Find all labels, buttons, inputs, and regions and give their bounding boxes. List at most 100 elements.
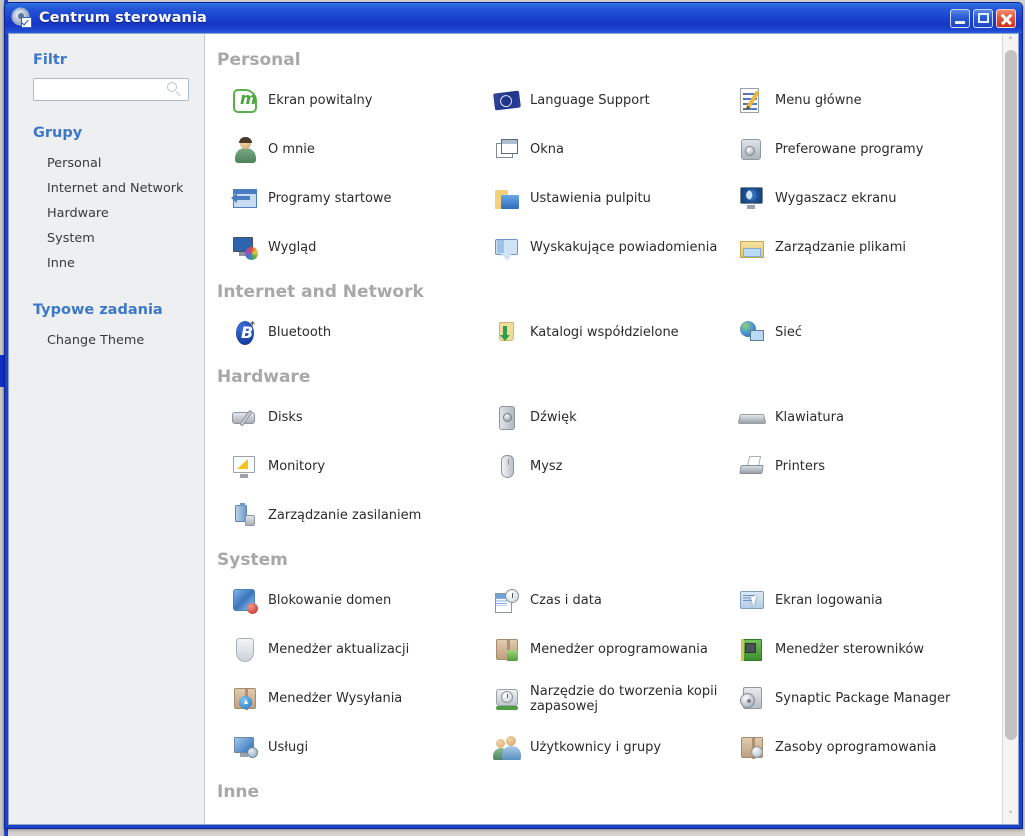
setting-item-label: Menedżer sterowników <box>775 642 925 657</box>
sidebar: Filtr Grupy Personal Internet and Networ… <box>9 34 205 824</box>
setting-item-zarzadzanie-plikami[interactable]: Zarządzanie plikami <box>738 223 1002 272</box>
software-sources-icon <box>738 734 766 762</box>
domain-blocking-icon <box>231 587 259 615</box>
file-management-folder-icon <box>738 234 766 262</box>
setting-item-ekran-logowania[interactable]: Ekran logowania <box>738 576 1002 625</box>
setting-item-label: Menu główne <box>775 93 862 108</box>
scrollbar-track[interactable] <box>1003 50 1019 808</box>
screensaver-moon-icon <box>738 185 766 213</box>
window-titlebar[interactable]: Centrum sterowania <box>5 3 1022 33</box>
setting-item-czas-i-data[interactable]: Czas i data <box>493 576 738 625</box>
setting-item-menedzer-aktualizacji[interactable]: Menedżer aktualizacji <box>231 625 493 674</box>
sidebar-item-change-theme[interactable]: Change Theme <box>9 328 204 353</box>
sidebar-item-inne[interactable]: Inne <box>9 251 204 276</box>
setting-item-menu-glowne[interactable]: Menu główne <box>738 76 1002 125</box>
section-heading-system: System <box>217 550 288 570</box>
window-title: Centrum sterowania <box>39 10 207 26</box>
vertical-scrollbar[interactable]: ˄ ˅ <box>1002 34 1018 824</box>
setting-item-uzytkownicy-i-grupy[interactable]: Użytkownicy i grupy <box>493 723 738 772</box>
common-tasks-list: Change Theme <box>9 328 204 353</box>
setting-item-o-mnie[interactable]: O mnie <box>231 125 493 174</box>
setting-item-ekran-powitalny[interactable]: Ekran powitalny <box>231 76 493 125</box>
setting-item-zasoby-oprogramowania[interactable]: Zasoby oprogramowania <box>738 723 1002 772</box>
sidebar-item-personal[interactable]: Personal <box>9 151 204 176</box>
empty-cell <box>738 491 1002 540</box>
setting-item-label: Ustawienia pulpitu <box>530 191 651 206</box>
setting-item-label: Zarządzanie zasilaniem <box>268 508 422 523</box>
groups-list: Personal Internet and Network Hardware S… <box>9 151 204 276</box>
setting-item-label: Wyskakujące powiadomienia <box>530 240 718 255</box>
setting-item-label: Menedżer Wysyłania <box>268 691 403 706</box>
setting-item-wyskakujace-powiadomienia[interactable]: Wyskakujące powiadomienia <box>493 223 738 272</box>
content-area: Personal Ekran powitalny Language Suppor… <box>205 34 1018 824</box>
setting-item-label: Sieć <box>775 325 803 340</box>
setting-item-preferowane-programy[interactable]: Preferowane programy <box>738 125 1002 174</box>
setting-item-label: Blokowanie domen <box>268 593 392 608</box>
setting-item-uslugi[interactable]: Usługi <box>231 723 493 772</box>
setting-item-katalogi-wspoldzielone[interactable]: Katalogi współdzielone <box>493 308 738 357</box>
groups-heading: Grupy <box>33 125 83 141</box>
un-flag-icon <box>493 87 521 115</box>
setting-item-wygaszacz-ekranu[interactable]: Wygaszacz ekranu <box>738 174 1002 223</box>
setting-item-printers[interactable]: Printers <box>738 442 1002 491</box>
setting-item-zarzadzanie-zasilaniem[interactable]: Zarządzanie zasilaniem <box>231 491 493 540</box>
setting-item-label: Klawiatura <box>775 410 844 425</box>
setting-item-language-support[interactable]: Language Support <box>493 76 738 125</box>
notification-bubble-icon <box>493 234 521 262</box>
control-center-icon <box>13 8 32 28</box>
setting-item-disks[interactable]: Disks <box>231 393 493 442</box>
driver-manager-icon <box>738 636 766 664</box>
sidebar-item-system[interactable]: System <box>9 226 204 251</box>
setting-item-wyglad[interactable]: Wygląd <box>231 223 493 272</box>
setting-item-menedzer-sterownikow[interactable]: Menedżer sterowników <box>738 625 1002 674</box>
section-heading-internet-and-network: Internet and Network <box>217 282 424 302</box>
setting-item-label: Menedżer aktualizacji <box>268 642 410 657</box>
windows-stack-icon <box>493 136 521 164</box>
maximize-button[interactable] <box>973 8 993 28</box>
maximize-icon <box>978 12 989 23</box>
setting-item-label: Wygląd <box>268 240 317 255</box>
setting-item-menedzer-oprogramowania[interactable]: Menedżer oprogramowania <box>493 625 738 674</box>
setting-item-dzwiek[interactable]: Dźwięk <box>493 393 738 442</box>
setting-item-label: Language Support <box>530 93 650 108</box>
setting-item-ustawienia-pulpitu[interactable]: Ustawienia pulpitu <box>493 174 738 223</box>
window-body: Filtr Grupy Personal Internet and Networ… <box>8 33 1019 825</box>
setting-item-label: Zasoby oprogramowania <box>775 740 937 755</box>
setting-item-programy-startowe[interactable]: Programy startowe <box>231 174 493 223</box>
setting-item-synaptic-package-manager[interactable]: Synaptic Package Manager <box>738 674 1002 723</box>
setting-item-okna[interactable]: Okna <box>493 125 738 174</box>
setting-item-bluetooth[interactable]: * Bluetooth <box>231 308 493 357</box>
setting-item-narzedzie-kopii-zapasowej[interactable]: Narzędzie do tworzenia kopii zapasowej <box>493 674 738 723</box>
setting-item-label: Dźwięk <box>530 410 577 425</box>
setting-item-menedzer-wysylania[interactable]: Menedżer Wysyłania <box>231 674 493 723</box>
sound-speaker-icon <box>493 404 521 432</box>
minimize-button[interactable] <box>950 8 970 28</box>
filter-box[interactable] <box>33 78 194 101</box>
setting-item-siec[interactable]: Sieć <box>738 308 1002 357</box>
network-globe-icon <box>738 319 766 347</box>
sidebar-item-hardware[interactable]: Hardware <box>9 201 204 226</box>
setting-item-monitory[interactable]: Monitory <box>231 442 493 491</box>
scroll-down-arrow-icon[interactable]: ˅ <box>1003 808 1019 824</box>
setting-item-klawiatura[interactable]: Klawiatura <box>737 393 1002 442</box>
setting-item-label: Katalogi współdzielone <box>530 325 679 340</box>
scrollbar-thumb[interactable] <box>1004 50 1017 740</box>
update-manager-shield-icon <box>231 636 259 664</box>
empty-cell <box>493 491 738 540</box>
startup-apps-icon <box>231 185 259 213</box>
setting-item-blokowanie-domen[interactable]: Blokowanie domen <box>231 576 493 625</box>
setting-item-label: Użytkownicy i grupy <box>530 740 662 755</box>
setting-item-label: Mysz <box>530 459 563 474</box>
setting-item-mysz[interactable]: Mysz <box>493 442 738 491</box>
setting-item-label: Narzędzie do tworzenia kopii zapasowej <box>530 683 718 714</box>
setting-item-label: Preferowane programy <box>775 142 924 157</box>
close-button[interactable] <box>996 8 1016 28</box>
shared-folders-icon <box>493 319 521 347</box>
sidebar-item-internet-and-network[interactable]: Internet and Network <box>9 176 204 201</box>
setting-item-label: Czas i data <box>530 593 602 608</box>
users-groups-icon <box>493 734 521 762</box>
setting-item-label: O mnie <box>268 142 315 157</box>
control-center-window: Centrum sterowania Filtr Grupy Personal … <box>4 2 1023 829</box>
scroll-up-arrow-icon[interactable]: ˄ <box>1003 34 1019 50</box>
setting-item-label: Wygaszacz ekranu <box>775 191 897 206</box>
